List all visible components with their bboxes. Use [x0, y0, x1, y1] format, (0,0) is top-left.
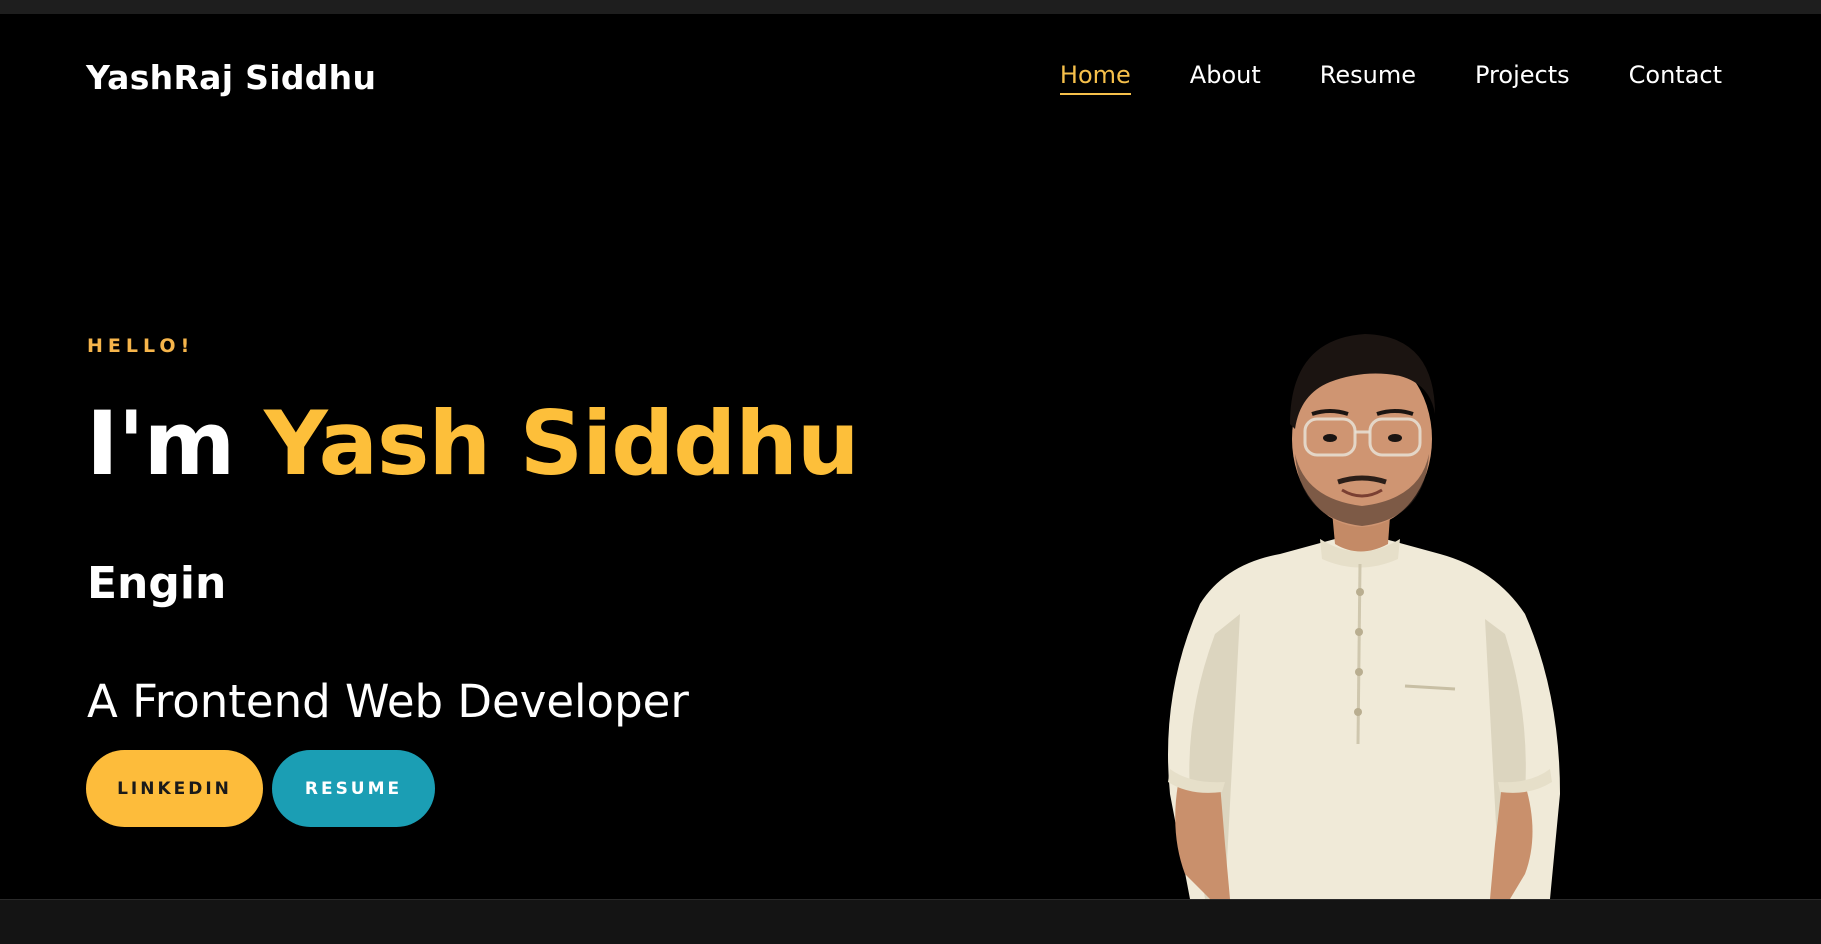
- linkedin-button[interactable]: LINKEDIN: [86, 750, 263, 827]
- nav-projects[interactable]: Projects: [1475, 61, 1570, 95]
- browser-top-bar: [0, 0, 1821, 14]
- main-nav: Home About Resume Projects Contact: [1001, 61, 1722, 95]
- hero-greeting: HELLO!: [87, 335, 195, 357]
- hero-page: YashRaj Siddhu Home About Resume Project…: [0, 14, 1821, 899]
- nav-about[interactable]: About: [1190, 61, 1261, 95]
- nav-resume[interactable]: Resume: [1320, 61, 1416, 95]
- nav-home[interactable]: Home: [1059, 61, 1131, 95]
- resume-button[interactable]: RESUME: [272, 750, 435, 827]
- typed-role-text: Engin: [87, 558, 227, 609]
- headline-name: Yash Siddhu: [264, 392, 860, 495]
- headline-prefix: I'm: [86, 392, 235, 495]
- browser-bottom-bar: [0, 899, 1821, 944]
- site-logo[interactable]: YashRaj Siddhu: [86, 58, 376, 97]
- profile-photo: [1168, 334, 1560, 899]
- hero-subtitle: A Frontend Web Developer: [87, 675, 689, 728]
- hero-headline: I'm Yash Siddhu: [86, 400, 860, 488]
- nav-contact[interactable]: Contact: [1629, 61, 1722, 95]
